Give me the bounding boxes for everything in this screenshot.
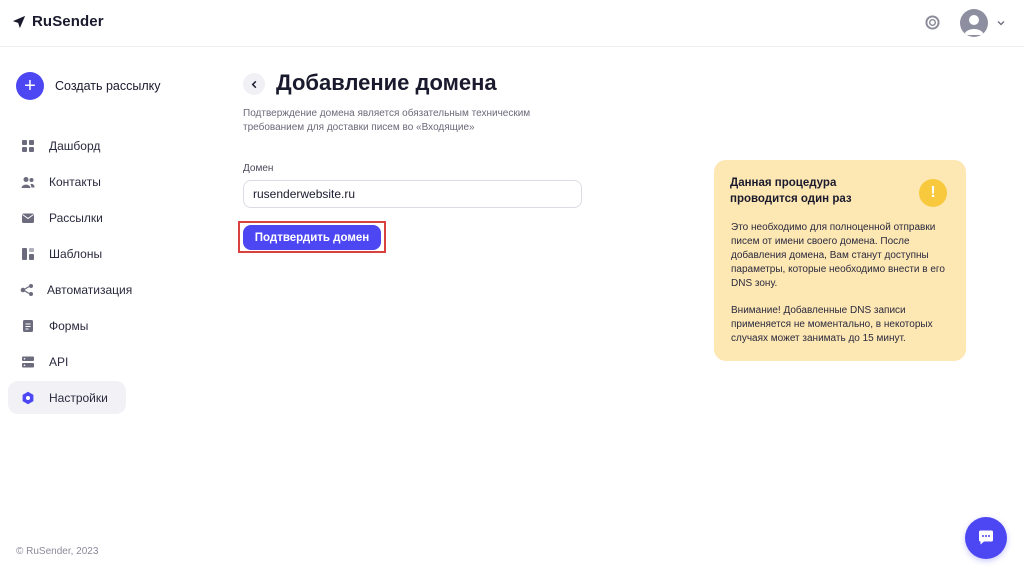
back-button[interactable] <box>243 73 265 95</box>
sidebar-item-label: Автоматизация <box>47 282 133 297</box>
warning-icon: ! <box>919 179 947 207</box>
sidebar-item-label: API <box>49 354 69 369</box>
sidebar-item-forms[interactable]: Формы <box>8 309 126 342</box>
create-mailing-button[interactable]: + Создать рассылку <box>16 72 161 100</box>
sidebar-item-templates[interactable]: Шаблоны <box>8 237 126 270</box>
domain-input[interactable] <box>243 180 582 208</box>
domain-field-label: Домен <box>243 163 274 174</box>
sidebar-item-settings[interactable]: Настройки <box>8 381 126 414</box>
templates-icon <box>20 246 36 262</box>
api-icon <box>20 354 36 370</box>
sidebar-item-label: Дашборд <box>49 138 101 153</box>
page-subtitle: Подтверждение домена является обязательн… <box>243 108 531 133</box>
user-avatar-icon[interactable] <box>960 9 988 37</box>
sidebar-item-label: Шаблоны <box>49 246 103 261</box>
logo[interactable]: RuSender <box>12 13 104 30</box>
paper-plane-icon <box>12 15 26 28</box>
create-mailing-label: Создать рассылку <box>55 79 161 93</box>
plus-icon: + <box>16 72 44 100</box>
sidebar-nav: Дашборд Контакты Рассылки Шаблоны Автома… <box>8 129 132 417</box>
dashboard-icon <box>20 138 36 154</box>
copyright-footer: © RuSender, 2023 <box>16 546 99 557</box>
page-title: Добавление домена <box>276 70 497 95</box>
chevron-down-icon[interactable] <box>996 18 1006 28</box>
sidebar-item-automation[interactable]: Автоматизация <box>8 273 132 306</box>
sidebar-item-label: Контакты <box>49 174 101 189</box>
settings-icon <box>20 390 36 406</box>
top-bar: RuSender <box>0 0 1024 47</box>
logo-text: RuSender <box>32 13 104 30</box>
forms-icon <box>20 318 36 334</box>
contacts-icon <box>20 174 36 190</box>
sidebar-item-api[interactable]: API <box>8 345 126 378</box>
sidebar-item-mailings[interactable]: Рассылки <box>8 201 126 234</box>
info-text: Это необходимо для полноценной отправки … <box>731 222 945 289</box>
sidebar-item-dashboard[interactable]: Дашборд <box>8 129 126 162</box>
chat-bubble-icon <box>979 530 993 545</box>
confirm-domain-button[interactable]: Подтвердить домен <box>243 225 381 250</box>
lifebuoy-icon[interactable] <box>925 15 940 30</box>
automation-icon <box>20 282 34 298</box>
info-warning-text: Внимание! Добавленные DNS записи применя… <box>731 305 933 344</box>
sidebar-item-label: Формы <box>49 318 89 333</box>
sidebar-item-label: Рассылки <box>49 210 103 225</box>
mailings-icon <box>20 210 36 226</box>
sidebar-item-contacts[interactable]: Контакты <box>8 165 126 198</box>
sidebar-item-label: Настройки <box>49 390 108 405</box>
chevron-left-icon <box>251 80 256 88</box>
info-title: Данная процедура проводится один раз <box>730 177 852 205</box>
chat-button[interactable] <box>965 517 1007 559</box>
